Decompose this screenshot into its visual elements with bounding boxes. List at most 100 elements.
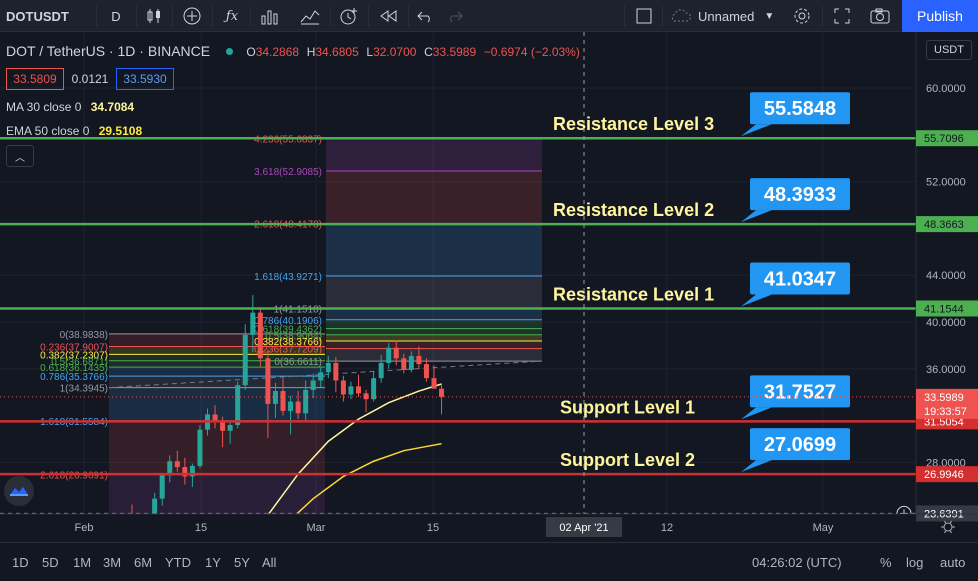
utc-clock[interactable]: 04:26:02 (UTC) [752,543,842,581]
toolbar-divider [172,6,173,26]
settings-icon[interactable] [790,0,814,32]
level-label: Resistance Level 3 [553,114,714,134]
fib-zone-right [326,319,542,329]
layout-icon[interactable] [632,0,656,32]
range-button-5y[interactable]: 5Y [234,543,250,581]
chart-style-icon[interactable] [298,0,322,32]
layout-name: Unnamed [698,8,755,24]
fib-zone-right [326,340,542,349]
price-chart[interactable]: 0(38.9838)0.236(37.9007)0.382(37.2307)0.… [0,32,978,542]
candle-body [348,386,354,395]
publish-button[interactable]: Publish [902,0,978,32]
collapse-legend-button[interactable]: ︿ [6,145,34,167]
fib-zone-right [326,334,542,341]
redo-icon[interactable] [444,0,466,32]
ohlc-open: O34.2868 [246,45,300,59]
bottom-toolbar: 1D 5D 1M 3M 6M YTD 1Y 5Y All 04:26:02 (UTC) % lo… [0,542,978,580]
candle-body [280,391,286,411]
candle-body [257,312,263,359]
candle-body [371,378,377,400]
candle-body [325,362,331,373]
candle-body [318,372,324,381]
candle-body [174,461,180,468]
toolbar-divider [250,6,251,26]
candles-icon[interactable] [142,0,166,32]
spread-value: 0.0121 [71,72,109,86]
camera-icon[interactable] [868,0,892,32]
level-label: Resistance Level 1 [553,284,714,304]
range-button-1m[interactable]: 1M [73,543,91,581]
candle-body [333,362,339,381]
time-tick: 12 [661,522,673,534]
callout-pointer [741,124,772,137]
log-toggle[interactable]: log [906,543,923,581]
alert-icon[interactable] [336,0,362,32]
ema-value: 29.5108 [98,124,143,138]
fibonacci-zones[interactable] [109,138,542,529]
chevron-down-icon: ▼ [764,10,775,22]
candle-body [295,401,301,414]
add-indicator-icon[interactable] [180,0,204,32]
time-tick: Feb [75,522,94,534]
toolbar-divider [624,6,625,26]
range-button-all[interactable]: All [262,543,276,581]
price-tick: 52.0000 [926,177,966,189]
toolbar-divider [368,6,369,26]
candle-body [250,312,256,335]
symbol-title[interactable]: DOT / TetherUS · 1D · BINANCE [6,43,210,59]
ema-legend[interactable]: EMA 50 close 0 29.5108 [6,124,142,138]
callout-value: 48.3933 [764,184,836,206]
fib-zone-right [326,170,542,224]
fib-zone-right [326,276,542,309]
range-button-3m[interactable]: 3M [103,543,121,581]
fib-level-label: 4.236(55.6837) [254,135,322,146]
layout-name-button[interactable]: Unnamed ▼ [668,0,784,32]
candle-body [288,401,294,411]
axis-settings-icon-tooth [944,530,947,534]
auto-toggle[interactable]: auto [940,543,965,581]
resistance-axis-badge-text: 41.1544 [924,303,964,315]
ma-legend[interactable]: MA 30 close 0 34.7084 [6,100,134,114]
undo-icon[interactable] [414,0,436,32]
fib-level-label: 1(34.3945) [60,384,108,395]
currency-button[interactable]: USDT [926,40,972,60]
tradingview-logo[interactable] [4,476,34,506]
replay-icon[interactable] [376,0,402,32]
fx-icon[interactable]: ƒx [220,0,244,32]
level-label: Support Level 1 [560,397,695,417]
candle-body [265,358,271,404]
symbol-search-button[interactable]: DOTUSDT [6,0,69,32]
interval-button[interactable]: D [104,0,128,32]
toolbar-divider [822,6,823,26]
current-price-text: 33.5989 [924,392,964,404]
range-button-6m[interactable]: 6M [134,543,152,581]
fib-level-label: 0(36.6611) [274,357,322,368]
bid-price-badge[interactable]: 33.5809 [6,68,64,90]
ohlc-low: L32.0700 [366,45,417,59]
time-axis[interactable] [0,514,916,542]
range-button-5d[interactable]: 5D [42,543,59,581]
candle-body [393,347,399,359]
time-tick: 15 [427,522,439,534]
candle-body [220,421,226,431]
resistance-axis-badge-text: 55.7096 [924,133,964,145]
fib-level-label: 2.618(26.9691) [40,470,108,481]
range-button-1d[interactable]: 1D [12,543,29,581]
candle-body [310,380,316,390]
toolbar-divider [96,6,97,26]
percent-toggle[interactable]: % [880,543,892,581]
level-callouts[interactable]: 55.5848 48.3933 41.0347 31.7527 27.0699 [741,92,850,473]
axis-settings-icon[interactable] [943,522,953,532]
bars-compare-icon[interactable] [258,0,282,32]
callout-pointer [741,210,772,223]
toolbar-divider [136,6,137,26]
candle-body [431,378,437,389]
time-tick: 15 [195,522,207,534]
axis-settings-icon-tooth [949,530,952,534]
fullscreen-icon[interactable] [830,0,854,32]
time-tick: May [813,522,834,534]
ask-price-badge[interactable]: 33.5930 [116,68,174,90]
ohlc-high: H34.6805 [306,45,359,59]
range-button-1y[interactable]: 1Y [205,543,221,581]
range-button-ytd[interactable]: YTD [165,543,191,581]
